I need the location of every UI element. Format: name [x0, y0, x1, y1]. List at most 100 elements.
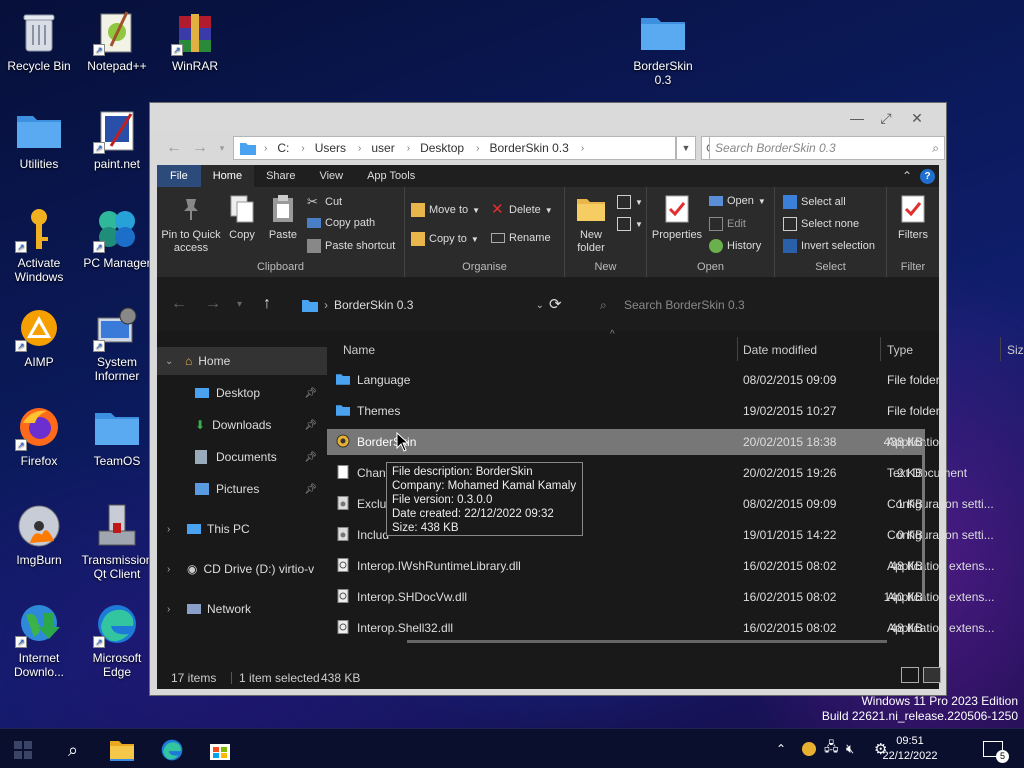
tray-app-icon[interactable]: [802, 729, 816, 768]
forward-arrow-icon[interactable]: →: [191, 138, 209, 158]
search-input[interactable]: Search BorderSkin 0.3 ⌕: [709, 136, 945, 160]
nav-item-network[interactable]: › Network: [157, 595, 327, 623]
collapse-ribbon-icon[interactable]: ⌃: [902, 169, 912, 183]
taskbar-file-explorer[interactable]: [109, 737, 135, 763]
desktop-icon-recycle-bin[interactable]: Recycle Bin: [0, 8, 78, 73]
edit-button[interactable]: Edit: [709, 217, 746, 231]
tab-view[interactable]: View: [307, 165, 355, 187]
refresh-icon[interactable]: ⟳: [549, 295, 562, 313]
paste-shortcut-button[interactable]: Paste shortcut: [307, 239, 395, 253]
desktop-icon-imgburn[interactable]: ImgBurn: [0, 502, 78, 567]
chevron-right-icon[interactable]: ›: [167, 524, 170, 535]
desktop-icon-utilities[interactable]: Utilities: [0, 106, 78, 171]
new-folder-button[interactable]: New folder: [569, 193, 613, 255]
desktop-icon-pc-manager[interactable]: ↗ PC Manager: [78, 205, 156, 270]
recent-dropdown-icon[interactable]: ▾: [213, 138, 231, 158]
search-input-secondary[interactable]: ⌕ Search BorderSkin 0.3: [594, 290, 794, 320]
nav-item-this-pc[interactable]: › This PC: [157, 515, 327, 543]
select-all-button[interactable]: Select all: [783, 195, 846, 209]
nav-item-home[interactable]: ⌄ ⌂ Home: [157, 347, 327, 375]
copy-path-button[interactable]: Copy path: [307, 217, 375, 229]
path-bar[interactable]: › BorderSkin 0.3 ⌄: [302, 290, 544, 320]
network-icon[interactable]: 🖧︎: [824, 729, 839, 768]
column-divider[interactable]: [880, 337, 881, 361]
tab-share[interactable]: Share: [254, 165, 307, 187]
desktop-icon-winrar[interactable]: ↗ WinRAR: [156, 8, 234, 73]
file-row-interop-shell32[interactable]: Interop.Shell32.dll 16/02/2015 08:02 App…: [327, 615, 994, 641]
breadcrumb-borderskin[interactable]: BorderSkin 0.3: [489, 141, 568, 155]
breadcrumb-c[interactable]: C:: [277, 141, 289, 155]
invert-selection-button[interactable]: Invert selection: [783, 239, 875, 253]
paste-button[interactable]: Paste: [265, 193, 301, 242]
open-button[interactable]: Open ▼: [709, 195, 766, 207]
history-button[interactable]: History: [709, 239, 761, 253]
minimize-button[interactable]: —: [847, 109, 867, 127]
maximize-button[interactable]: ⤢: [876, 109, 896, 127]
desktop-icon-internet-download[interactable]: ↗ Internet Downlo...: [0, 600, 78, 679]
desktop-icon-teamos[interactable]: TeamOS: [78, 403, 156, 468]
back-arrow-icon[interactable]: ←: [165, 138, 183, 158]
desktop-icon-firefox[interactable]: ↗ Firefox: [0, 403, 78, 468]
recent-dropdown-icon[interactable]: ▾: [237, 299, 242, 310]
pin-quick-access-button[interactable]: Pin to Quick access: [161, 193, 221, 255]
file-explorer-window[interactable]: — ⤢ ✕ ← → ▾ › C: › Users › user › Deskto…: [149, 102, 1024, 696]
file-row-themes[interactable]: Themes 19/02/2015 10:27 File folder: [327, 398, 940, 424]
select-none-button[interactable]: Select none: [783, 217, 859, 231]
column-date-modified[interactable]: Date modified: [743, 343, 817, 357]
details-view-button[interactable]: [901, 667, 919, 683]
tab-home[interactable]: Home: [200, 165, 255, 187]
chevron-right-icon[interactable]: ›: [167, 604, 170, 615]
close-button[interactable]: ✕: [907, 109, 927, 127]
tray-overflow-icon[interactable]: ⌃: [776, 729, 786, 768]
large-icons-view-button[interactable]: [923, 667, 941, 683]
desktop-icon-transmission[interactable]: Transmission Qt Client: [78, 502, 156, 581]
taskbar-store[interactable]: [207, 737, 233, 763]
chevron-down-icon[interactable]: ⌄: [536, 300, 544, 311]
delete-button[interactable]: ✕ Delete ▼: [491, 202, 553, 217]
title-bar[interactable]: — ⤢ ✕: [150, 103, 946, 133]
move-to-button[interactable]: Move to ▼: [411, 203, 480, 217]
forward-arrow-icon[interactable]: →: [205, 295, 221, 313]
desktop-icon-edge[interactable]: ↗ Microsoft Edge: [78, 600, 156, 679]
desktop-icon-notepadpp[interactable]: ↗ Notepad++: [78, 8, 156, 73]
nav-item-pictures[interactable]: Pictures 📌︎: [157, 475, 327, 503]
column-divider[interactable]: [1000, 337, 1001, 361]
copy-button[interactable]: Copy: [225, 193, 259, 242]
help-icon[interactable]: ?: [920, 168, 935, 184]
copy-to-button[interactable]: Copy to ▼: [411, 232, 479, 246]
column-name[interactable]: Name: [343, 343, 375, 357]
desktop-icon-activate-windows[interactable]: ↗ Activate Windows: [0, 205, 78, 284]
easy-access-button[interactable]: ▼: [617, 217, 643, 231]
cut-button[interactable]: ✂ Cut: [307, 195, 342, 209]
start-button[interactable]: [10, 737, 36, 763]
address-bar[interactable]: › C: › Users › user › Desktop › BorderSk…: [233, 136, 676, 160]
breadcrumb-desktop[interactable]: Desktop: [420, 141, 464, 155]
file-row-borderskin[interactable]: BorderSkin 20/02/2015 18:38 Application …: [327, 429, 946, 455]
taskbar-edge[interactable]: [159, 737, 185, 763]
chevron-right-icon[interactable]: ›: [167, 564, 170, 575]
nav-item-desktop[interactable]: Desktop 📌︎: [157, 379, 327, 407]
breadcrumb-users[interactable]: Users: [315, 141, 346, 155]
desktop-icon-system-informer[interactable]: ↗ System Informer: [78, 304, 156, 383]
horizontal-scrollbar[interactable]: [407, 640, 887, 643]
column-type[interactable]: Type: [887, 343, 913, 357]
nav-item-documents[interactable]: Documents 📌︎: [157, 443, 327, 471]
nav-item-cd-drive[interactable]: › ◉ CD Drive (D:) virtio-v: [157, 555, 327, 583]
desktop-icon-borderskin-folder[interactable]: BorderSkin 0.3: [624, 8, 702, 87]
tab-app-tools[interactable]: App Tools: [355, 165, 427, 187]
chevron-down-icon[interactable]: ⌄: [165, 356, 173, 367]
search-icon[interactable]: ⌕: [60, 737, 86, 763]
new-item-button[interactable]: ▼: [617, 195, 643, 209]
up-arrow-icon[interactable]: ↑: [263, 295, 271, 313]
file-row-interop-iwsh[interactable]: Interop.IWshRuntimeLibrary.dll 16/02/201…: [327, 553, 994, 579]
address-history-dropdown[interactable]: ▼: [676, 136, 696, 160]
column-size[interactable]: Size: [1007, 343, 1024, 357]
clock[interactable]: 09:51 22/12/2022: [880, 734, 940, 764]
file-row-language[interactable]: Language 08/02/2015 09:09 File folder: [327, 367, 940, 393]
path-current-folder[interactable]: BorderSkin 0.3: [334, 298, 413, 312]
file-row-interop-shdocvw[interactable]: Interop.SHDocVw.dll 16/02/2015 08:02 App…: [327, 584, 994, 610]
column-divider[interactable]: [737, 337, 738, 361]
vertical-scrollbar[interactable]: [922, 441, 925, 601]
back-arrow-icon[interactable]: ←: [171, 295, 187, 313]
rename-button[interactable]: Rename: [491, 232, 551, 244]
